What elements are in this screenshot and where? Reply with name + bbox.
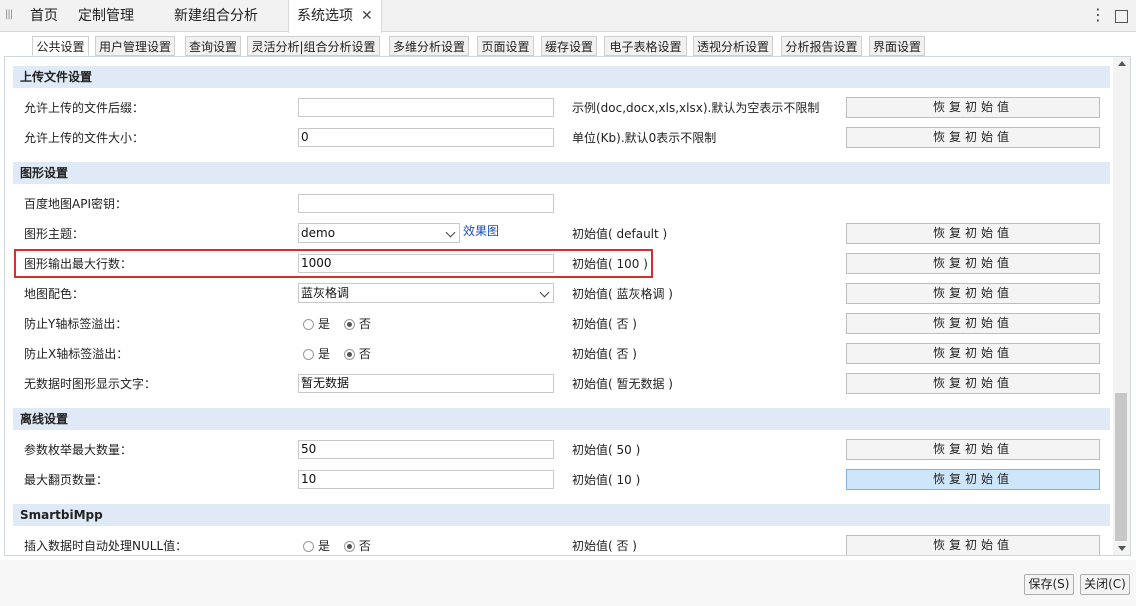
section-offline: 离线设置: [13, 408, 1110, 430]
x-overflow-hint: 初始值( 否 ): [572, 347, 637, 361]
close-button[interactable]: 关闭(C): [1080, 574, 1130, 595]
graph-theme-select[interactable]: demo: [298, 223, 460, 243]
subtab-user-manage[interactable]: 用户管理设置: [95, 36, 175, 56]
scroll-down-icon[interactable]: [1118, 546, 1126, 551]
subtab-common[interactable]: 公共设置: [32, 36, 89, 56]
tab-home[interactable]: 首页: [22, 0, 66, 32]
max-pages-input[interactable]: 10: [298, 470, 554, 489]
tab-new-combined-analysis[interactable]: 新建组合分析: [166, 0, 266, 32]
null-handle-radio-group: 是 否: [303, 536, 381, 555]
map-color-select[interactable]: 蓝灰格调: [298, 283, 554, 303]
subtab-interface[interactable]: 界面设置: [869, 36, 925, 56]
x-overflow-radio-yes[interactable]: [303, 349, 314, 360]
close-icon[interactable]: ✕: [361, 8, 373, 24]
scroll-up-icon[interactable]: [1118, 61, 1126, 66]
graph-max-rows-reset-button[interactable]: 恢复初始值: [846, 253, 1100, 274]
upload-size-label: 允许上传的文件大小：: [24, 131, 145, 145]
subtab-pivot[interactable]: 透视分析设置: [693, 36, 773, 56]
graph-max-rows-label: 图形输出最大行数：: [24, 257, 133, 271]
null-handle-hint: 初始值( 否 ): [572, 539, 637, 553]
param-max-reset-button[interactable]: 恢复初始值: [846, 439, 1100, 460]
radio-no-label: 否: [358, 317, 371, 331]
y-overflow-radio-no[interactable]: [343, 319, 355, 330]
tab-custom-manage[interactable]: 定制管理: [70, 0, 142, 32]
tab-label: 新建组合分析: [174, 8, 258, 24]
upload-size-input[interactable]: 0: [298, 128, 554, 147]
radio-yes-label: 是: [318, 347, 331, 361]
max-pages-reset-button[interactable]: 恢复初始值: [846, 469, 1100, 490]
param-max-label: 参数枚举最大数量：: [24, 443, 133, 457]
vertical-scrollbar[interactable]: [1113, 57, 1130, 555]
map-color-reset-button[interactable]: 恢复初始值: [846, 283, 1100, 304]
no-data-text-reset-button[interactable]: 恢复初始值: [846, 373, 1100, 394]
scrollbar-thumb[interactable]: [1115, 393, 1127, 541]
bottom-action-bar: 保存(S) 关闭(C): [0, 560, 1136, 606]
radio-yes-label: 是: [318, 539, 331, 553]
tab-label: 定制管理: [78, 8, 134, 24]
subtab-flexible-analysis[interactable]: 灵活分析|组合分析设置: [247, 36, 380, 56]
upload-ext-label: 允许上传的文件后缀：: [24, 101, 145, 115]
upload-ext-hint: 示例(doc,docx,xls,xlsx).默认为空表示不限制: [572, 101, 820, 115]
settings-panel: 上传文件设置 允许上传的文件后缀： 示例(doc,docx,xls,xlsx).…: [4, 56, 1131, 556]
upload-size-reset-button[interactable]: 恢复初始值: [846, 127, 1100, 148]
y-overflow-label: 防止Y轴标签溢出：: [24, 317, 128, 331]
section-graph: 图形设置: [13, 162, 1110, 184]
null-handle-label: 插入数据时自动处理NULL值：: [24, 539, 188, 553]
subtab-page[interactable]: 页面设置: [477, 36, 534, 56]
null-handle-radio-no[interactable]: [343, 541, 355, 552]
y-overflow-radio-yes[interactable]: [303, 319, 314, 330]
param-max-input[interactable]: 50: [298, 440, 554, 459]
y-overflow-hint: 初始值( 否 ): [572, 317, 637, 331]
drag-grip-icon[interactable]: |||: [5, 9, 13, 20]
upload-size-hint: 单位(Kb).默认0表示不限制: [572, 131, 717, 145]
x-overflow-reset-button[interactable]: 恢复初始值: [846, 343, 1100, 364]
more-options-icon[interactable]: ⋮: [1090, 5, 1106, 24]
null-handle-reset-button[interactable]: 恢复初始值: [846, 535, 1100, 555]
max-pages-hint: 初始值( 10 ): [572, 473, 641, 487]
top-tab-bar: ||| 首页 定制管理 新建组合分析 系统选项 ✕ ⋮: [0, 0, 1136, 33]
maximize-icon[interactable]: [1115, 10, 1128, 23]
no-data-text-hint: 初始值( 暂无数据 ): [572, 377, 673, 391]
baidu-key-label: 百度地图API密钥：: [24, 197, 127, 211]
graph-theme-label: 图形主题：: [24, 227, 85, 241]
map-color-label: 地图配色：: [24, 287, 85, 301]
null-handle-radio-yes[interactable]: [303, 541, 314, 552]
radio-no-label: 否: [358, 539, 371, 553]
map-color-hint: 初始值( 蓝灰格调 ): [572, 287, 673, 301]
x-overflow-label: 防止X轴标签溢出：: [24, 347, 129, 361]
graph-theme-hint: 初始值( default ): [572, 227, 668, 241]
radio-no-label: 否: [358, 347, 371, 361]
x-overflow-radio-group: 是 否: [303, 344, 381, 364]
tab-label: 系统选项: [297, 8, 353, 24]
chevron-down-icon: [445, 227, 456, 238]
tab-system-options[interactable]: 系统选项 ✕: [288, 0, 382, 33]
chevron-down-icon: [539, 287, 550, 298]
subtab-report[interactable]: 分析报告设置: [781, 36, 862, 56]
effect-preview-link[interactable]: 效果图: [463, 221, 499, 241]
upload-ext-input[interactable]: [298, 98, 554, 117]
baidu-key-input[interactable]: [298, 194, 554, 213]
subtab-cache[interactable]: 缓存设置: [541, 36, 597, 56]
max-pages-label: 最大翻页数量：: [24, 473, 109, 487]
section-upload: 上传文件设置: [13, 66, 1110, 88]
graph-max-rows-input[interactable]: 1000: [298, 254, 554, 273]
graph-theme-value: demo: [301, 226, 336, 240]
param-max-hint: 初始值( 50 ): [572, 443, 641, 457]
subtab-spreadsheet[interactable]: 电子表格设置: [604, 36, 687, 56]
y-overflow-radio-group: 是 否: [303, 314, 381, 334]
upload-ext-reset-button[interactable]: 恢复初始值: [846, 97, 1100, 118]
subtab-multidim[interactable]: 多维分析设置: [389, 36, 469, 56]
x-overflow-radio-no[interactable]: [343, 349, 355, 360]
save-button[interactable]: 保存(S): [1024, 574, 1074, 595]
y-overflow-reset-button[interactable]: 恢复初始值: [846, 313, 1100, 334]
subtab-query[interactable]: 查询设置: [185, 36, 241, 56]
no-data-text-label: 无数据时图形显示文字：: [24, 377, 157, 391]
graph-theme-reset-button[interactable]: 恢复初始值: [846, 223, 1100, 244]
graph-max-rows-hint: 初始值( 100 ): [572, 257, 648, 271]
tab-label: 首页: [30, 8, 58, 24]
no-data-text-input[interactable]: 暂无数据: [298, 374, 554, 393]
section-smartbi-mpp: SmartbiMpp: [13, 504, 1110, 526]
map-color-value: 蓝灰格调: [301, 286, 350, 300]
radio-yes-label: 是: [318, 317, 331, 331]
